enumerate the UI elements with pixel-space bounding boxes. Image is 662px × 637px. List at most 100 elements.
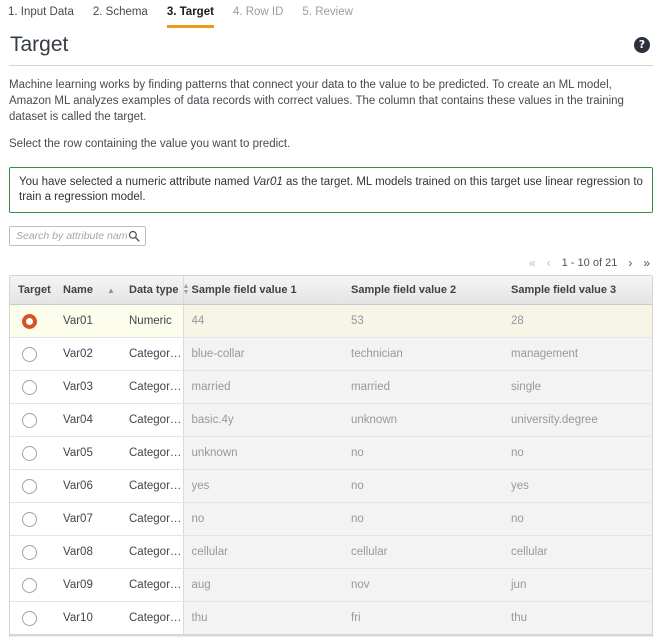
question-mark-circle-icon[interactable]: ?	[634, 37, 650, 53]
target-radio-cell[interactable]	[10, 535, 55, 570]
column-header-target[interactable]: Target	[10, 276, 55, 306]
data-type-cell: Categorical	[121, 403, 184, 438]
column-header-name-label: Name	[63, 284, 93, 297]
table-row[interactable]: Var07 Categorical no no no	[10, 502, 652, 537]
target-radio-var07[interactable]	[22, 511, 37, 527]
table-row[interactable]: Var01 Numeric 44 53 28	[10, 304, 652, 339]
column-header-sample-3-label: Sample field value 3	[511, 284, 617, 297]
attribute-name-cell: Var02	[55, 337, 121, 372]
sample-value-1-cell: basic.4y	[183, 403, 343, 438]
target-radio-cell[interactable]	[10, 403, 55, 438]
search-box[interactable]	[9, 226, 146, 246]
sample-value-1-cell: unknown	[183, 436, 343, 471]
wizard-steps: 1. Input Data 2. Schema 3. Target 4. Row ID…	[0, 0, 662, 28]
target-radio-cell[interactable]	[10, 568, 55, 603]
target-radio-var04[interactable]	[22, 412, 37, 428]
column-header-sample-1[interactable]: Sample field value 1	[183, 276, 343, 306]
alert-emphasis-attribute: Var01	[252, 176, 283, 188]
sample-value-1-cell: cellular	[183, 535, 343, 570]
target-radio-cell[interactable]	[10, 502, 55, 537]
table-row[interactable]: Var05 Categorical unknown no no	[10, 436, 652, 471]
pagination-first-button[interactable]: «	[529, 257, 536, 269]
search-input[interactable]	[16, 230, 128, 242]
table-row[interactable]: Var10 Categorical thu fri thu	[10, 601, 652, 636]
wizard-step-1[interactable]: 1. Input Data	[8, 5, 74, 28]
sample-value-2-cell: fri	[343, 601, 503, 636]
sample-value-2-cell: no	[343, 469, 503, 504]
sample-value-2-cell: no	[343, 502, 503, 537]
target-radio-cell[interactable]	[10, 469, 55, 504]
search-icon[interactable]	[128, 230, 140, 242]
attribute-name-cell: Var01	[55, 304, 121, 339]
wizard-step-5[interactable]: 5. Review	[302, 5, 353, 28]
sort-ascending-icon: ▲	[106, 285, 115, 295]
data-type-cell: Categorical	[121, 337, 184, 372]
sample-value-3-cell: cellular	[503, 535, 652, 570]
data-type-cell: Categorical	[121, 469, 184, 504]
pagination-last-button[interactable]: »	[643, 257, 650, 269]
target-radio-var01[interactable]	[22, 313, 37, 329]
target-radio-cell[interactable]	[10, 436, 55, 471]
sample-value-3-cell: 28	[503, 304, 652, 339]
target-radio-var02[interactable]	[22, 346, 37, 362]
page-title: Target	[10, 33, 69, 56]
table-body: Var01 Numeric 44 53 28 Var02 Categorical blue-c…	[10, 304, 652, 636]
target-radio-var05[interactable]	[22, 445, 37, 461]
column-header-name[interactable]: Name ▲	[55, 276, 121, 306]
column-header-data-type-label: Data type	[129, 284, 179, 296]
sample-value-3-cell: no	[503, 436, 652, 471]
column-header-sample-3[interactable]: Sample field value 3	[503, 276, 652, 306]
intro-paragraph-2: Select the row containing the value you …	[9, 138, 291, 150]
target-radio-var06[interactable]	[22, 478, 37, 494]
sort-both-icon: ▲ ▼	[182, 283, 190, 297]
sample-value-1-cell: aug	[183, 568, 343, 603]
target-radio-cell[interactable]	[10, 337, 55, 372]
pagination-prev-button[interactable]: ‹	[547, 257, 551, 269]
data-type-cell: Numeric	[121, 304, 184, 339]
target-radio-cell[interactable]	[10, 370, 55, 405]
pagination-range-label: 1 - 10 of 21	[561, 257, 618, 269]
column-header-sample-2[interactable]: Sample field value 2	[343, 276, 503, 306]
sample-value-3-cell: no	[503, 502, 652, 537]
sample-value-2-cell: cellular	[343, 535, 503, 570]
target-radio-var03[interactable]	[22, 379, 37, 395]
table-row[interactable]: Var04 Categorical basic.4y unknown universit…	[10, 403, 652, 438]
sample-value-1-cell: no	[183, 502, 343, 537]
table-row[interactable]: Var03 Categorical married married single	[10, 370, 652, 405]
sample-value-3-cell: thu	[503, 601, 652, 636]
intro-text: Machine learning works by finding patter…	[0, 77, 662, 152]
sample-value-1-cell: 44	[183, 304, 343, 339]
wizard-step-3[interactable]: 3. Target	[166, 5, 214, 28]
target-radio-cell[interactable]	[10, 304, 55, 339]
target-radio-var10[interactable]	[22, 610, 37, 626]
data-type-cell: Categorical	[121, 436, 184, 471]
data-type-cell: Categorical	[121, 370, 184, 405]
target-radio-var09[interactable]	[22, 577, 37, 593]
sample-value-3-cell: jun	[503, 568, 652, 603]
pagination-next-button[interactable]: ›	[628, 257, 632, 269]
alert-text-before: You have selected a numeric attribute na…	[19, 176, 253, 188]
data-type-cell: Categorical	[121, 535, 184, 570]
column-header-data-type[interactable]: Data type ▲ ▼	[121, 276, 189, 306]
wizard-step-2[interactable]: 2. Schema	[93, 5, 148, 28]
column-header-sample-2-label: Sample field value 2	[351, 284, 457, 297]
sample-value-2-cell: technician	[343, 337, 503, 372]
attribute-name-cell: Var06	[55, 469, 121, 504]
column-header-sample-1-label: Sample field value 1	[191, 284, 297, 297]
attribute-name-cell: Var10	[55, 601, 121, 636]
attribute-name-cell: Var09	[55, 568, 121, 603]
header-divider	[9, 65, 653, 66]
table-row[interactable]: Var09 Categorical aug nov jun	[10, 568, 652, 603]
data-type-cell: Categorical	[121, 601, 184, 636]
attribute-name-cell: Var08	[55, 535, 121, 570]
table-row[interactable]: Var06 Categorical yes no yes	[10, 469, 652, 504]
intro-paragraph-1: Machine learning works by finding patter…	[9, 79, 624, 123]
target-radio-cell[interactable]	[10, 601, 55, 636]
wizard-step-4[interactable]: 4. Row ID	[233, 5, 284, 28]
target-radio-var08[interactable]	[22, 544, 37, 560]
sample-value-2-cell: unknown	[343, 403, 503, 438]
sample-value-3-cell: university.degree	[503, 403, 652, 438]
table-row[interactable]: Var08 Categorical cellular cellular cellular	[10, 535, 652, 570]
table-row[interactable]: Var02 Categorical blue-collar technician man…	[10, 337, 652, 372]
pagination-top: « ‹ 1 - 10 of 21 › »	[0, 255, 662, 271]
